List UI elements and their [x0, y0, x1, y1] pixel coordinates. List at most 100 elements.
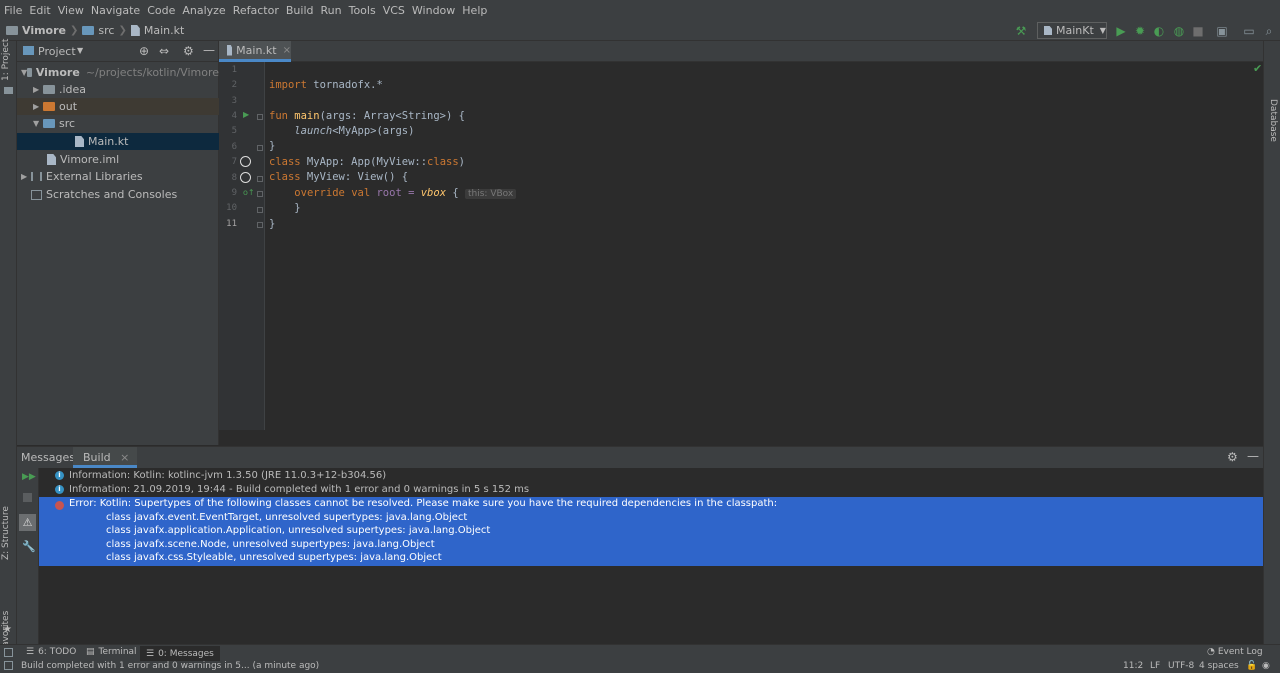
- tool-tab-terminal[interactable]: ▤ Terminal: [86, 647, 137, 657]
- fold-icon[interactable]: [257, 222, 263, 228]
- star-icon: ★: [3, 624, 12, 635]
- project-structure-icon[interactable]: ▣: [1215, 24, 1229, 38]
- list-item[interactable]: i Information: 21.09.2019, 19:44 - Build…: [55, 484, 529, 495]
- menu-edit[interactable]: Edit: [29, 4, 50, 17]
- editor-tab-main-kt[interactable]: Main.kt ×: [219, 41, 291, 62]
- locate-target-icon[interactable]: ⊕: [139, 44, 149, 58]
- tree-item-main-kt[interactable]: Main.kt: [17, 133, 219, 150]
- list-item[interactable]: i Information: Kotlin: kotlinc-jvm 1.3.5…: [55, 470, 386, 481]
- tree-item-label: out: [59, 100, 78, 113]
- navigation-bar: Vimore ❯ src ❯ Main.kt ⚒ MainKt ▼ ▶ ✹ ◐ …: [0, 21, 1280, 41]
- gear-icon[interactable]: ⚙: [1227, 450, 1238, 464]
- code-line-8: class MyView: View() {: [269, 171, 409, 183]
- run-gutter-icon[interactable]: ▶: [243, 110, 249, 119]
- breadcrumb-file[interactable]: Main.kt: [144, 24, 184, 37]
- gear-icon[interactable]: ⚙: [183, 44, 194, 58]
- close-icon[interactable]: ×: [120, 451, 129, 464]
- run-icon[interactable]: ▶: [1114, 24, 1128, 38]
- chevron-down-icon[interactable]: ▼: [77, 46, 83, 55]
- menu-file[interactable]: File: [4, 4, 22, 17]
- menu-window[interactable]: Window: [412, 4, 455, 17]
- breadcrumb-project[interactable]: Vimore: [22, 24, 66, 37]
- fold-icon[interactable]: [257, 191, 263, 197]
- warning-filter-icon[interactable]: ⚠: [19, 514, 36, 531]
- code-line-2: import tornadofx.*: [269, 79, 383, 91]
- menu-run[interactable]: Run: [321, 4, 342, 17]
- tree-item-label: Vimore: [35, 66, 80, 79]
- fold-icon[interactable]: [257, 145, 263, 151]
- search-icon[interactable]: ⌕: [1262, 24, 1276, 38]
- tree-item-vimore-iml[interactable]: Vimore.iml: [17, 151, 219, 168]
- tool-tab-todo[interactable]: ☰ 6: TODO: [26, 647, 76, 657]
- tool-tab-database[interactable]: Database: [1268, 99, 1278, 142]
- menu-code[interactable]: Code: [147, 4, 175, 17]
- run-configuration-select[interactable]: MainKt ▼: [1037, 22, 1107, 39]
- tool-windows-icon[interactable]: [4, 648, 13, 657]
- messages-tab-build[interactable]: Build ×: [73, 447, 138, 468]
- breadcrumb-folder[interactable]: src: [98, 24, 114, 37]
- line-separator[interactable]: LF: [1150, 661, 1160, 671]
- debug-bug-icon[interactable]: ✹: [1133, 24, 1147, 38]
- tree-item-idea[interactable]: ▶ .idea: [17, 81, 219, 98]
- menu-help[interactable]: Help: [462, 4, 487, 17]
- status-message[interactable]: Build completed with 1 error and 0 warni…: [21, 661, 319, 671]
- inlay-type-hint: this: VBox: [465, 189, 517, 199]
- tool-tab-messages[interactable]: ☰ 0: Messages: [140, 646, 220, 661]
- search-everywhere-icon[interactable]: ▭: [1242, 24, 1256, 38]
- override-marker-icon[interactable]: o↑: [243, 188, 255, 197]
- project-panel: Project ▼ ⊕ ⇔ ⚙ — ▼ Vimore ~/projects/ko…: [17, 41, 219, 445]
- collapse-all-icon[interactable]: ⇔: [159, 44, 169, 58]
- checkmark-icon: ✔: [1253, 62, 1263, 75]
- event-log-icon: ◔: [1207, 647, 1215, 657]
- minimize-icon[interactable]: —: [1247, 449, 1259, 463]
- menu-analyze[interactable]: Analyze: [182, 4, 225, 17]
- fold-icon[interactable]: [257, 114, 263, 120]
- menu-navigate[interactable]: Navigate: [91, 4, 140, 17]
- line-number: 8: [231, 173, 237, 183]
- project-view-select[interactable]: Project: [38, 45, 76, 58]
- profile-icon[interactable]: ◍: [1172, 24, 1186, 38]
- chevron-down-icon: ▼: [1099, 26, 1106, 35]
- tree-item-out[interactable]: ▶ out: [17, 98, 219, 115]
- error-detail: class javafx.css.Styleable, unresolved s…: [106, 552, 442, 563]
- stop-icon[interactable]: [23, 493, 32, 502]
- tool-tab-event-log[interactable]: ◔ Event Log: [1207, 647, 1263, 657]
- messages-title: Messages:: [21, 451, 79, 464]
- indent-setting[interactable]: 4 spaces: [1199, 661, 1239, 671]
- rerun-icon[interactable]: ▶▶: [22, 472, 36, 482]
- minimize-icon[interactable]: —: [203, 43, 215, 57]
- tree-item-src[interactable]: ▼ src: [17, 115, 219, 132]
- file-encoding[interactable]: UTF-8: [1168, 661, 1194, 671]
- fold-icon[interactable]: [257, 176, 263, 182]
- wrench-icon[interactable]: 🔧: [22, 540, 36, 553]
- tree-item-vimore[interactable]: ▼ Vimore ~/projects/kotlin/Vimore: [17, 64, 219, 81]
- collapsed-arrow-icon: ▶: [21, 172, 28, 181]
- stop-icon[interactable]: ■: [1191, 24, 1205, 38]
- menu-view[interactable]: View: [58, 4, 84, 17]
- menu-tools[interactable]: Tools: [349, 4, 376, 17]
- tool-tab-structure[interactable]: Z: Structure: [1, 506, 11, 560]
- code-editor[interactable]: import tornadofx.* fun main(args: Array<…: [265, 62, 1263, 430]
- inspector-icon[interactable]: ◉: [1262, 661, 1270, 671]
- breadcrumb: Vimore ❯ src ❯ Main.kt: [6, 24, 184, 37]
- message-text: Information: Kotlin: kotlinc-jvm 1.3.50 …: [69, 470, 387, 481]
- menu-refactor[interactable]: Refactor: [233, 4, 279, 17]
- subclass-marker-icon[interactable]: [240, 156, 251, 167]
- subclass-marker-icon[interactable]: [240, 172, 251, 183]
- tree-item-external-libraries[interactable]: ▶ External Libraries: [17, 168, 219, 185]
- menu-build[interactable]: Build: [286, 4, 314, 17]
- code-line-9: override val root = vbox { this: VBox: [269, 186, 517, 201]
- caret-position[interactable]: 11:2: [1123, 661, 1143, 671]
- line-number: 5: [231, 126, 237, 136]
- fold-icon[interactable]: [257, 207, 263, 213]
- error-message-selected[interactable]: Error: Kotlin: Supertypes of the followi…: [39, 497, 1263, 566]
- tool-tab-project[interactable]: 1: Project: [1, 39, 11, 81]
- message-text: Information: 21.09.2019, 19:44 - Build c…: [69, 484, 530, 495]
- coverage-icon[interactable]: ◐: [1152, 24, 1166, 38]
- menu-vcs[interactable]: VCS: [383, 4, 405, 17]
- lock-icon[interactable]: 🔓: [1246, 661, 1257, 671]
- source-folder-icon: [43, 119, 55, 128]
- tree-item-scratches[interactable]: Scratches and Consoles: [17, 186, 219, 203]
- build-hammer-icon[interactable]: ⚒: [1014, 24, 1028, 38]
- close-icon[interactable]: ×: [283, 45, 291, 56]
